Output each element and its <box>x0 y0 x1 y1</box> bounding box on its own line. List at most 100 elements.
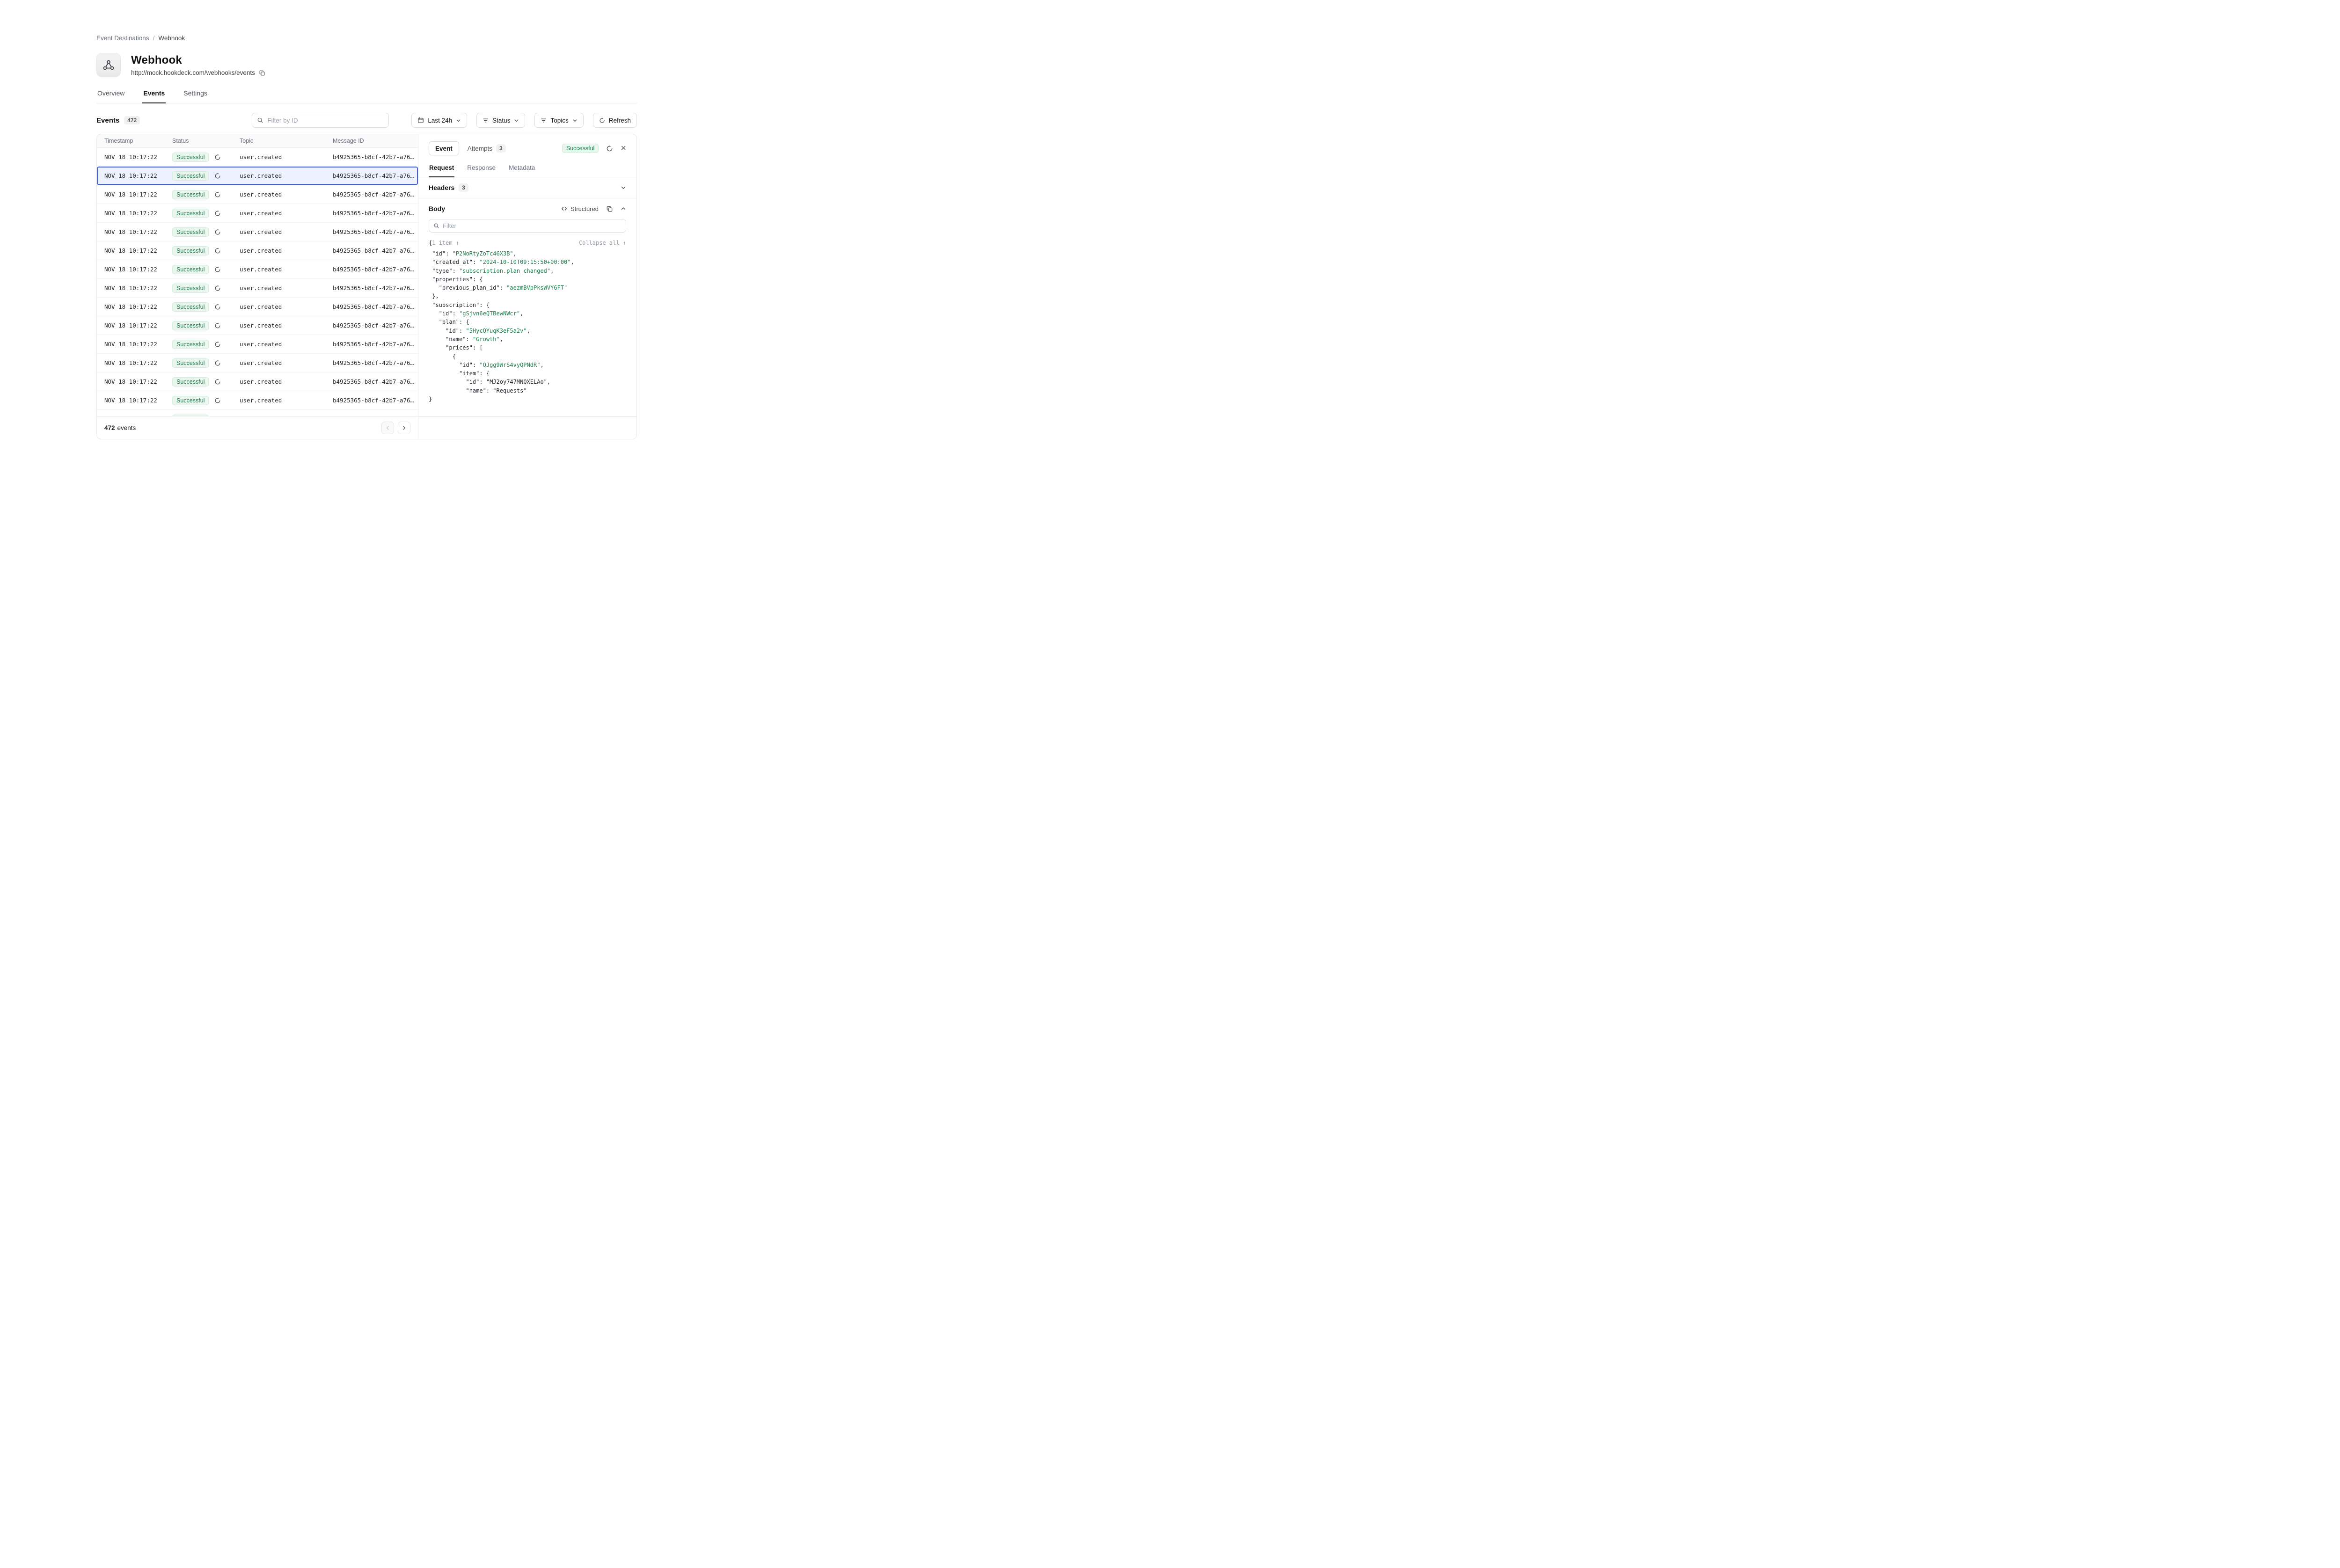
headers-section[interactable]: Headers 3 <box>418 177 636 198</box>
table-row[interactable]: NOV 18 10:17:22 Successful user.created … <box>97 223 418 241</box>
breadcrumb-parent[interactable]: Event Destinations <box>96 35 149 42</box>
row-message-id: b4925365-b8cf-42b7-a76… <box>333 378 418 385</box>
tab-overview[interactable]: Overview <box>96 89 125 103</box>
row-status-cell: Successful <box>172 377 240 387</box>
col-status: Status <box>172 138 240 144</box>
next-page-button[interactable] <box>398 422 410 434</box>
body-label: Body <box>429 205 445 212</box>
breadcrumb-current[interactable]: Webhook <box>158 35 185 42</box>
table-row[interactable]: NOV 18 10:17:22 Successful user.created … <box>97 185 418 204</box>
row-timestamp: NOV 18 10:17:22 <box>104 172 172 179</box>
retry-event-icon[interactable] <box>214 322 221 329</box>
page-header: Webhook http://mock.hookdeck.com/webhook… <box>96 53 637 77</box>
collapse-body-button[interactable] <box>621 206 626 211</box>
items-meta[interactable]: 1 item <box>432 240 452 246</box>
filter-by-id-search[interactable] <box>252 113 389 128</box>
topics-filter-button[interactable]: Topics <box>534 113 583 128</box>
structured-label: Structured <box>570 205 599 212</box>
retry-event-icon[interactable] <box>214 397 221 404</box>
table-row[interactable]: NOV 18 10:17:22 Successful user.created … <box>97 204 418 223</box>
retry-event-icon[interactable] <box>214 173 221 179</box>
footer-events-count: 472 <box>104 424 115 431</box>
structured-toggle[interactable]: Structured <box>561 205 599 212</box>
events-card: Timestamp Status Topic Message ID NOV 18… <box>96 134 637 439</box>
retry-event-icon[interactable] <box>214 360 221 366</box>
table-body: NOV 18 10:17:22 Successful user.created … <box>97 148 418 416</box>
status-filter-button[interactable]: Status <box>476 113 525 128</box>
chevron-down-icon[interactable] <box>621 185 626 190</box>
row-topic: user.created <box>240 303 333 310</box>
table-row[interactable]: NOV 18 10:17:22 Successful user.created … <box>97 316 418 335</box>
row-message-id: b4925365-b8cf-42b7-a76… <box>333 247 418 254</box>
table-row[interactable]: NOV 18 10:17:22 Successful user.created … <box>97 335 418 354</box>
status-badge: Successful <box>172 377 209 387</box>
table-footer: 472 events <box>97 416 418 439</box>
row-topic: user.created <box>240 210 333 217</box>
tab-response[interactable]: Response <box>467 160 496 177</box>
table-row[interactable]: NOV 18 10:17:22 Successful user.created … <box>97 391 418 410</box>
retry-event-icon[interactable] <box>214 266 221 273</box>
code-icon <box>561 206 567 211</box>
row-message-id: b4925365-b8cf-42b7-a76… <box>333 359 418 366</box>
row-status-cell: Successful <box>172 302 240 312</box>
copy-url-button[interactable] <box>259 70 265 76</box>
event-tab-button[interactable]: Event <box>429 141 459 155</box>
status-badge: Successful <box>172 358 209 368</box>
retry-button[interactable] <box>606 145 613 152</box>
retry-event-icon[interactable] <box>214 285 221 292</box>
table-row[interactable]: NOV 18 10:17:22 Successful user.created … <box>97 372 418 391</box>
refresh-button[interactable]: Refresh <box>593 113 637 128</box>
body-filter[interactable] <box>429 219 626 233</box>
status-badge: Successful <box>562 144 599 153</box>
retry-event-icon[interactable] <box>214 191 221 198</box>
tab-request[interactable]: Request <box>429 160 454 177</box>
status-badge: Successful <box>172 284 209 293</box>
row-status-cell: Successful <box>172 190 240 199</box>
table-row[interactable]: NOV 18 10:17:22 Successful user.created … <box>97 354 418 372</box>
prev-page-button[interactable] <box>381 422 394 434</box>
row-timestamp: NOV 18 10:17:22 <box>104 359 172 366</box>
table-row[interactable]: NOV 18 10:17:22 Successful user.created … <box>97 241 418 260</box>
tab-metadata[interactable]: Metadata <box>508 160 535 177</box>
row-timestamp: NOV 18 10:17:22 <box>104 191 172 198</box>
retry-event-icon[interactable] <box>214 229 221 235</box>
tab-settings[interactable]: Settings <box>183 89 208 103</box>
search-input[interactable] <box>267 117 384 124</box>
refresh-label: Refresh <box>609 117 631 124</box>
table-row[interactable]: NOV 18 10:17:22 Successful user.created … <box>97 410 418 416</box>
row-topic: user.created <box>240 322 333 329</box>
row-message-id: b4925365-b8cf-42b7-a76… <box>333 210 418 217</box>
retry-event-icon[interactable] <box>214 304 221 310</box>
table-row[interactable]: NOV 18 10:17:22 Successful user.created … <box>97 167 418 185</box>
collapse-all-button[interactable]: Collapse all ↑ <box>579 240 626 246</box>
table-row[interactable]: NOV 18 10:17:22 Successful user.created … <box>97 298 418 316</box>
time-filter-button[interactable]: Last 24h <box>411 113 467 128</box>
retry-event-icon[interactable] <box>214 379 221 385</box>
retry-event-icon[interactable] <box>214 154 221 160</box>
row-message-id: b4925365-b8cf-42b7-a76… <box>333 266 418 273</box>
status-badge: Successful <box>172 246 209 255</box>
row-message-id: b4925365-b8cf-42b7-a76… <box>333 172 418 179</box>
table-row[interactable]: NOV 18 10:17:22 Successful user.created … <box>97 279 418 298</box>
events-count-badge: 472 <box>124 116 140 124</box>
retry-event-icon[interactable] <box>214 248 221 254</box>
row-status-cell: Successful <box>172 284 240 293</box>
row-timestamp: NOV 18 10:17:22 <box>104 153 172 160</box>
row-timestamp: NOV 18 10:17:22 <box>104 341 172 348</box>
webhook-icon <box>96 53 121 77</box>
row-message-id: b4925365-b8cf-42b7-a76… <box>333 191 418 198</box>
chevron-right-icon <box>402 425 407 430</box>
table-row[interactable]: NOV 18 10:17:22 Successful user.created … <box>97 260 418 279</box>
row-status-cell: Successful <box>172 358 240 368</box>
row-topic: user.created <box>240 153 333 160</box>
tab-events[interactable]: Events <box>142 89 166 103</box>
time-filter-label: Last 24h <box>428 117 452 124</box>
row-timestamp: NOV 18 10:17:22 <box>104 266 172 273</box>
table-row[interactable]: NOV 18 10:17:22 Successful user.created … <box>97 148 418 167</box>
attempts-tab[interactable]: Attempts 3 <box>468 144 506 153</box>
body-filter-input[interactable] <box>443 222 622 229</box>
retry-event-icon[interactable] <box>214 210 221 217</box>
close-detail-button[interactable]: × <box>621 144 626 153</box>
retry-event-icon[interactable] <box>214 341 221 348</box>
copy-body-button[interactable] <box>606 205 613 212</box>
